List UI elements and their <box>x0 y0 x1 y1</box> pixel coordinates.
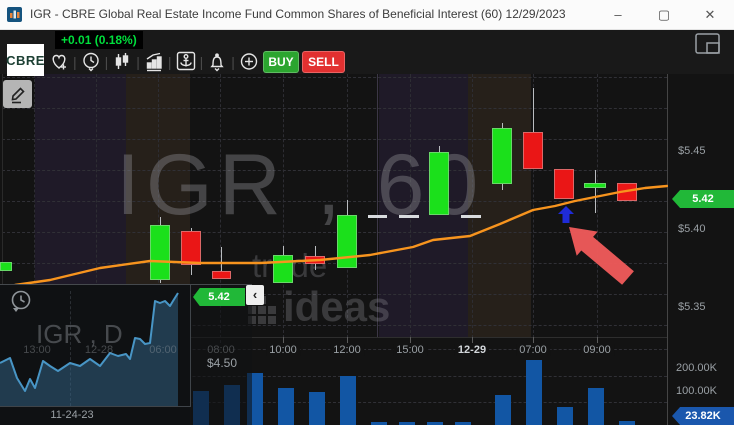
pencil-icon <box>11 87 25 104</box>
toolbar-separator: | <box>104 53 109 70</box>
minimize-button[interactable]: – <box>603 5 633 25</box>
volume-bar <box>526 360 542 425</box>
volume-bar <box>278 388 294 425</box>
favorite-heart-add-icon[interactable] <box>48 51 70 73</box>
toolbar-icon-row: ||||||| <box>48 50 291 73</box>
add-circle-icon[interactable] <box>238 51 260 73</box>
inset-price-label: $4.50 <box>206 356 238 370</box>
toolbar-separator: | <box>167 53 172 70</box>
time-axis-tick <box>283 337 284 343</box>
ghost-time-label: 08:00 <box>207 344 235 356</box>
ghost-time-label: 12-28 <box>84 344 114 356</box>
ghost-time-label: 13:00 <box>23 344 51 356</box>
close-button[interactable]: ✕ <box>695 5 725 25</box>
buy-button[interactable]: BUY <box>263 51 299 73</box>
time-axis-tick <box>472 337 473 343</box>
sell-button[interactable]: SELL <box>302 51 345 73</box>
time-axis-label: 15:00 <box>393 344 427 356</box>
price-axis-label: $5.45 <box>678 145 706 157</box>
time-axis-label: 12:00 <box>330 344 364 356</box>
volume-bar <box>309 392 325 425</box>
toolbar-separator: | <box>199 53 204 70</box>
volume-bar <box>340 376 356 425</box>
alert-bell-icon[interactable] <box>206 51 228 73</box>
last-volume-badge: 23.82K <box>672 407 734 425</box>
volume-axis-label: 100.00K <box>676 385 717 397</box>
volume-study-icon[interactable] <box>143 51 165 73</box>
inset-date-label: 11-24-23 <box>50 409 94 421</box>
volume-bar <box>557 407 573 425</box>
ghost-time-label: 06:00 <box>149 344 177 356</box>
volume-axis-label: 200.00K <box>676 362 717 374</box>
time-axis-label: 07:00 <box>516 344 550 356</box>
anchor-icon[interactable] <box>175 51 197 73</box>
draw-pencil-button[interactable] <box>3 80 32 108</box>
toolbar-separator: | <box>136 53 140 70</box>
toolbar-separator: | <box>231 53 235 70</box>
time-axis-tick <box>597 337 598 343</box>
price-change-badge: +0.01 (0.18%) <box>55 31 143 49</box>
inset-clock-icon[interactable] <box>10 289 34 313</box>
trading-app-window: IGR - CBRE Global Real Estate Income Fun… <box>0 0 734 425</box>
volume-bar <box>619 421 635 425</box>
last-price-badge: 5.42 <box>672 190 734 208</box>
toolbar-separator: | <box>73 53 77 70</box>
volume-bar <box>588 388 604 425</box>
cbre-logo: CBRE <box>6 44 44 76</box>
volume-bar <box>495 395 511 425</box>
price-axis-label: $5.40 <box>678 223 706 235</box>
annotation-pointer-arrow <box>569 227 634 285</box>
time-history-icon[interactable] <box>80 51 102 73</box>
time-axis-label: 12-29 <box>454 344 490 356</box>
inset-collapse-button[interactable]: ‹ <box>246 285 264 305</box>
candlestick-chart-icon[interactable] <box>111 51 133 73</box>
time-axis-tick <box>410 337 411 343</box>
app-icon <box>7 7 22 22</box>
inset-last-price-badge: 5.42 <box>193 288 245 306</box>
maximize-button[interactable]: ▢ <box>649 5 679 25</box>
window-title: IGR - CBRE Global Real Estate Income Fun… <box>30 7 566 21</box>
layout-pip-icon[interactable] <box>695 33 721 55</box>
time-axis-tick <box>533 337 534 343</box>
time-axis-label: 09:00 <box>580 344 614 356</box>
title-bar: IGR - CBRE Global Real Estate Income Fun… <box>0 0 734 30</box>
price-axis-label: $5.35 <box>678 301 706 313</box>
time-axis-tick <box>347 337 348 343</box>
time-axis-label: 10:00 <box>266 344 300 356</box>
